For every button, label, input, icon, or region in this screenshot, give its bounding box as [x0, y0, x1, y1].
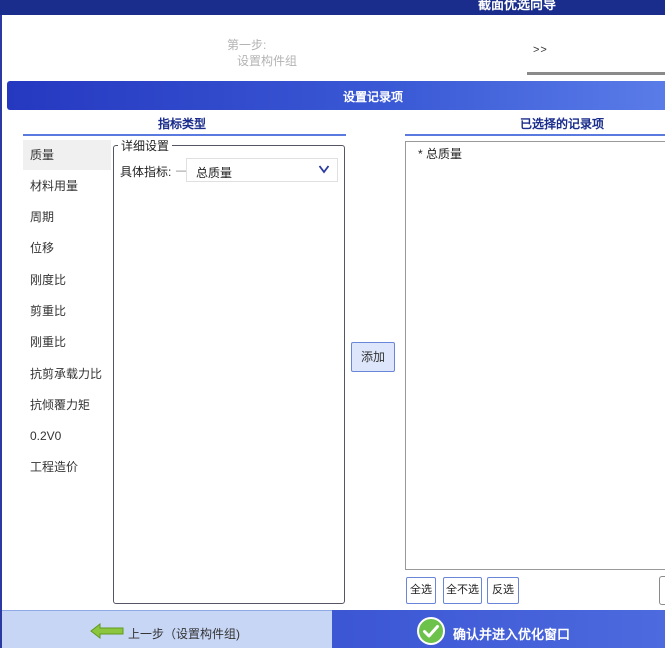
- title-bar: 截面优选向导: [0, 0, 665, 15]
- left-border: [0, 15, 2, 648]
- metric-item[interactable]: 位移: [23, 233, 111, 263]
- selected-records-header: 已选择的记录项: [405, 114, 665, 136]
- details-group: [113, 145, 345, 604]
- next-step-arrows[interactable]: >>: [533, 44, 548, 56]
- metric-item[interactable]: 剪重比: [23, 296, 111, 326]
- metric-item[interactable]: 抗剪承载力比: [23, 359, 111, 389]
- metric-item[interactable]: 0.2V0: [23, 421, 111, 451]
- metric-item[interactable]: 工程造价: [23, 452, 111, 482]
- specific-metric-select[interactable]: 总质量: [186, 158, 338, 182]
- window-title: 截面优选向导: [478, 0, 557, 12]
- metric-item[interactable]: 刚度比: [23, 265, 111, 295]
- specific-metric-label: 具体指标:: [120, 165, 172, 179]
- metric-item[interactable]: 周期: [23, 202, 111, 232]
- previous-step-label: 上一步（设置构件组): [128, 627, 240, 641]
- step-label: 第一步:: [227, 38, 267, 52]
- metric-item[interactable]: 材料用量: [23, 171, 111, 201]
- metric-type-list: 质量 材料用量 周期 位移 刚度比 剪重比 刚重比 抗剪承载力比 抗倾覆力矩 0…: [23, 140, 111, 500]
- previous-step-button[interactable]: 上一步（设置构件组): [2, 610, 332, 648]
- arrow-left-icon: [90, 623, 124, 639]
- section-header: 设置记录项: [7, 81, 665, 110]
- chevron-down-icon: [318, 165, 330, 174]
- confirm-label: 确认并进入优化窗口: [453, 627, 571, 642]
- section-title: 设置记录项: [343, 90, 404, 104]
- metric-type-header: 指标类型: [23, 114, 346, 136]
- check-circle-icon: [417, 617, 445, 645]
- specific-metric-value: 总质量: [196, 166, 233, 180]
- metric-item[interactable]: 刚重比: [23, 327, 111, 357]
- metric-type-header-label: 指标类型: [158, 117, 207, 131]
- metric-item[interactable]: 抗倾覆力矩: [23, 390, 111, 420]
- select-none-button[interactable]: 全不选: [443, 577, 482, 604]
- step-value: 设置构件组: [237, 54, 298, 68]
- select-all-button[interactable]: 全选: [406, 577, 436, 604]
- confirm-button[interactable]: 确认并进入优化窗口: [332, 610, 665, 648]
- details-legend: 详细设置: [118, 137, 173, 154]
- partial-button[interactable]: [659, 576, 665, 605]
- add-button[interactable]: 添加: [351, 342, 395, 372]
- selected-records-header-label: 已选择的记录项: [520, 117, 605, 131]
- metric-item[interactable]: 质量: [23, 140, 111, 170]
- step-underline: [527, 72, 665, 75]
- invert-selection-button[interactable]: 反选: [487, 577, 519, 604]
- selected-records-list: [405, 141, 665, 570]
- selected-record-item[interactable]: * 总质量: [418, 145, 462, 162]
